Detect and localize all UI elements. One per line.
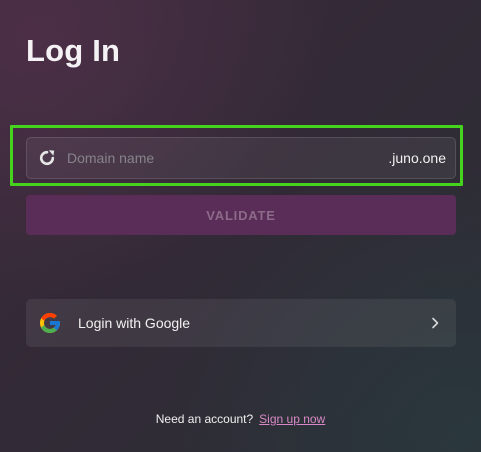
signup-footer: Need an account? Sign up now <box>0 411 481 427</box>
refresh-icon <box>37 148 57 168</box>
domain-field[interactable]: .juno.one <box>26 137 456 179</box>
google-login-label: Login with Google <box>78 315 191 331</box>
chevron-right-icon <box>428 316 442 330</box>
validate-button[interactable]: VALIDATE <box>26 195 456 235</box>
domain-input[interactable] <box>57 138 389 178</box>
signup-prompt: Need an account? <box>155 412 254 426</box>
domain-suffix: .juno.one <box>388 150 446 166</box>
sign-up-link[interactable]: Sign up now <box>259 412 325 426</box>
page-title: Log In <box>26 33 121 68</box>
login-with-google-button[interactable]: Login with Google <box>26 299 456 347</box>
google-icon <box>38 311 62 335</box>
